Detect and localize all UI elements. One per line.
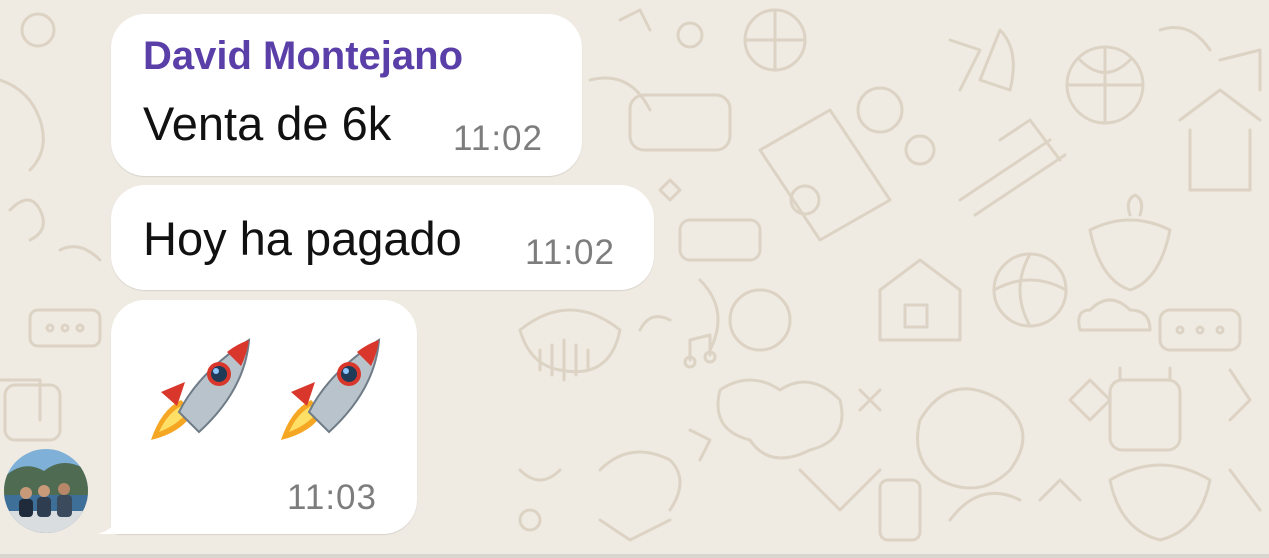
message-bubble[interactable]: David Montejano Venta de 6k 11:02: [111, 14, 582, 176]
sender-name[interactable]: David Montejano: [143, 34, 463, 79]
message-timestamp: 11:03: [287, 478, 377, 517]
message-timestamp: 11:02: [453, 119, 543, 158]
rocket-emoji: [281, 338, 381, 440]
rocket-emoji: [151, 338, 251, 440]
message-timestamp: 11:02: [525, 233, 615, 272]
divider: [0, 554, 1269, 558]
message-text: Venta de 6k: [143, 97, 392, 150]
message-bubble[interactable]: 11:03: [111, 300, 417, 534]
bubble-tail: [98, 504, 126, 534]
avatar[interactable]: [4, 449, 88, 533]
group-photo-avatar: [4, 449, 88, 533]
message-text: Hoy ha pagado: [143, 212, 462, 265]
message-bubble[interactable]: Hoy ha pagado 11:02: [111, 185, 654, 290]
